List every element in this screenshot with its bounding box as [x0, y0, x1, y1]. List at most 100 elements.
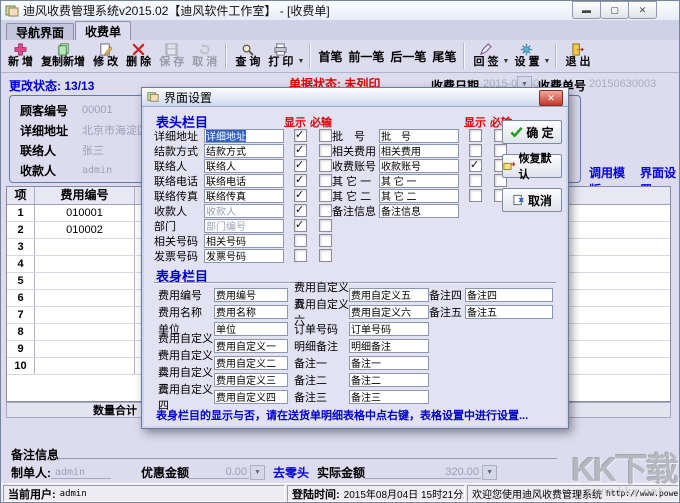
field-caption-input[interactable]: 费用名称 — [214, 305, 288, 319]
field-caption-input[interactable]: 相关费用 — [379, 144, 459, 158]
sign-back-dropdown-arrow[interactable]: ▼ — [503, 58, 510, 65]
settings-dropdown-arrow[interactable]: ▼ — [544, 58, 551, 65]
dialog-title-bar[interactable]: 界面设置 — [142, 88, 568, 107]
show-checkbox[interactable] — [294, 144, 307, 157]
field-caption-input[interactable]: 批 号 — [379, 129, 459, 143]
show-checkbox[interactable] — [294, 129, 307, 142]
statusbar-user: 当前用户: admin — [3, 485, 285, 502]
actual-value[interactable]: 320.00 — [365, 466, 481, 479]
field-caption-input[interactable]: 其 它 一 — [379, 174, 459, 188]
query-button[interactable]: 查 询 — [231, 41, 264, 71]
field-caption-input[interactable]: 详细地址 — [204, 129, 284, 143]
field-caption-input[interactable]: 备注一 — [349, 356, 429, 370]
last-record-button[interactable]: 尾笔 — [429, 48, 459, 65]
minimize-button[interactable]: ▬ — [572, 1, 601, 19]
field-caption-input[interactable]: 收款账号 — [379, 159, 459, 173]
field-row: 联络人 联络人 — [154, 158, 332, 173]
tab-bar: 导航界面 收费单 — [1, 21, 679, 41]
field-caption-input[interactable]: 结款方式 — [204, 144, 284, 158]
dialog-close-button[interactable]: ✕ — [539, 90, 563, 106]
customer-field-value[interactable]: admin — [82, 165, 112, 176]
field-caption-input[interactable]: 备注四 — [465, 288, 553, 302]
dialog-title: 界面设置 — [164, 89, 212, 106]
show-checkbox[interactable] — [469, 129, 482, 142]
close-button[interactable]: ✕ — [628, 1, 657, 19]
field-caption-input[interactable]: 费用自定义二 — [214, 356, 288, 370]
dialog-cancel-button[interactable]: 取消 — [502, 188, 562, 212]
trim-zero-link[interactable]: 去零头 — [273, 464, 309, 481]
show-checkbox[interactable] — [469, 144, 482, 157]
show-checkbox[interactable] — [294, 234, 307, 247]
ok-button[interactable]: 确 定 — [502, 120, 562, 144]
show-checkbox[interactable] — [469, 174, 482, 187]
show-checkbox[interactable] — [294, 159, 307, 172]
settings-button[interactable]: 设 置 — [510, 41, 543, 71]
customer-field-value[interactable]: 00001 — [82, 104, 113, 116]
field-caption-input[interactable]: 联络传真 — [204, 189, 284, 203]
field-caption-input[interactable]: 备注五 — [465, 305, 553, 319]
field-caption-input[interactable]: 备注二 — [349, 373, 429, 387]
discount-value[interactable]: 0.00 — [189, 466, 249, 479]
required-checkbox[interactable] — [319, 204, 332, 217]
field-caption-input[interactable]: 备注信息 — [379, 204, 459, 218]
show-checkbox[interactable] — [294, 189, 307, 202]
add-button[interactable]: 新 增 — [4, 41, 37, 71]
required-checkbox[interactable] — [319, 144, 332, 157]
statusbar-welcome: 欢迎您使用迪风收费管理系统 http://www.poweroffice.com… — [467, 485, 679, 502]
field-caption-input[interactable]: 发票号码 — [204, 249, 284, 263]
show-checkbox[interactable] — [469, 159, 482, 172]
sign-back-button[interactable]: 回 签 — [469, 41, 502, 71]
field-caption-input[interactable]: 备注三 — [349, 390, 429, 404]
discount-dropdown-arrow[interactable]: ▼ — [250, 465, 265, 480]
field-caption-input[interactable]: 费用自定义四 — [214, 390, 288, 404]
field-caption-input[interactable]: 部门编号 — [204, 219, 284, 233]
field-caption-input[interactable]: 单位 — [214, 322, 288, 336]
tab-navigation[interactable]: 导航界面 — [6, 23, 74, 40]
show-checkbox[interactable] — [294, 204, 307, 217]
delete-button[interactable]: 删 除 — [122, 41, 155, 71]
field-caption-input[interactable]: 订单号码 — [349, 322, 429, 336]
row-number-cell: 4 — [7, 256, 35, 272]
required-checkbox[interactable] — [319, 249, 332, 262]
field-caption-input[interactable]: 收款人 — [204, 204, 284, 218]
tab-fee-form[interactable]: 收费单 — [75, 21, 131, 40]
actual-label: 实际金额 — [317, 464, 365, 481]
field-caption-input[interactable]: 联络电话 — [204, 174, 284, 188]
header-fields-left: 详细地址 详细地址 结款方式 结款方式 联络人 联络人 — [154, 128, 332, 263]
required-checkbox[interactable] — [319, 159, 332, 172]
required-checkbox[interactable] — [319, 219, 332, 232]
show-checkbox[interactable] — [294, 219, 307, 232]
field-caption-input[interactable]: 其 它 二 — [379, 189, 459, 203]
field-caption-input[interactable]: 相关号码 — [204, 234, 284, 248]
field-caption-input[interactable]: 联络人 — [204, 159, 284, 173]
show-checkbox[interactable] — [469, 189, 482, 202]
prev-record-button[interactable]: 前一笔 — [345, 48, 387, 65]
required-checkbox[interactable] — [319, 129, 332, 142]
statusbar-contact: http://www.poweroffice.com.cn.com.cn QQ:… — [606, 489, 679, 498]
required-checkbox[interactable] — [319, 174, 332, 187]
customer-field-value[interactable]: 北京市海淀区 — [82, 122, 148, 138]
print-dropdown-arrow[interactable]: ▼ — [297, 58, 304, 65]
show-checkbox[interactable] — [294, 174, 307, 187]
required-checkbox[interactable] — [319, 234, 332, 247]
exit-button[interactable]: 退 出 — [561, 41, 594, 71]
show-checkbox[interactable] — [294, 249, 307, 262]
body-fields-col1: 费用编号 费用编号 费用名称 费用名称 单位 单位 费用自定义一 费用自定义一 — [158, 286, 288, 405]
field-caption-input[interactable]: 费用自定义三 — [214, 373, 288, 387]
field-caption-input[interactable]: 费用自定义六 — [349, 305, 429, 319]
field-caption-input[interactable]: 费用自定义一 — [214, 339, 288, 353]
maximize-button[interactable]: ▢ — [600, 1, 629, 19]
required-checkbox[interactable] — [319, 189, 332, 202]
actual-dropdown-arrow[interactable]: ▼ — [482, 465, 497, 480]
copy-add-button[interactable]: 复制新增 — [37, 41, 89, 71]
restore-default-button[interactable]: 恢复默认 — [502, 154, 562, 178]
field-caption-input[interactable]: 费用自定义五 — [349, 288, 429, 302]
next-record-button[interactable]: 后一笔 — [387, 48, 429, 65]
field-caption-input[interactable]: 明细备注 — [349, 339, 429, 353]
first-record-button[interactable]: 首笔 — [315, 48, 345, 65]
field-caption-input[interactable]: 费用编号 — [214, 288, 288, 302]
customer-field-value[interactable]: 张三 — [82, 142, 104, 158]
print-button[interactable]: 打 印 — [264, 41, 297, 71]
modify-button[interactable]: 修 改 — [89, 41, 122, 71]
remark-input[interactable] — [59, 458, 557, 459]
